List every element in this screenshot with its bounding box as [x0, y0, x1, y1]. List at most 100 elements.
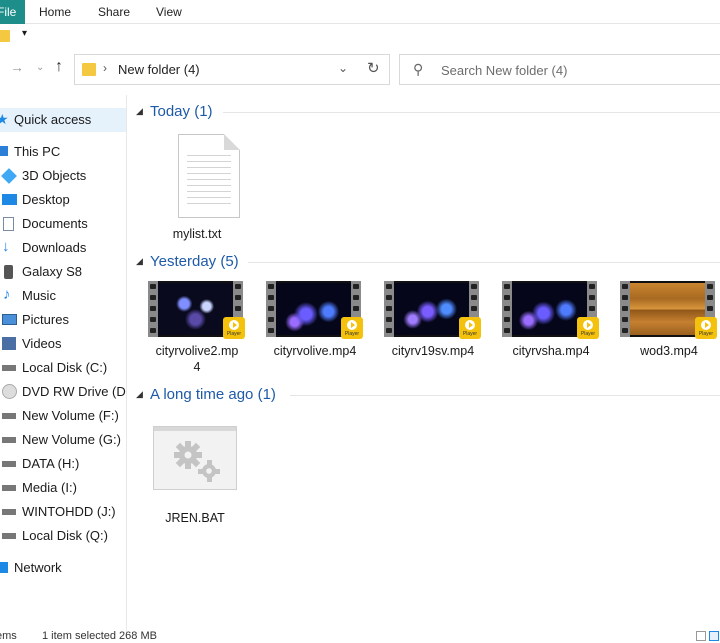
group-title: Today (1) — [150, 103, 213, 120]
file-name: cityrvolive.mp4 — [273, 344, 357, 358]
sidebar-item-label: DVD RW Drive (D: — [22, 384, 127, 399]
videos-icon — [2, 337, 16, 350]
details-view-icon[interactable] — [696, 631, 706, 641]
sidebar-item-music[interactable]: ♪ Music — [0, 284, 126, 308]
sidebar-item-label: New Volume (F:) — [22, 408, 119, 423]
status-selection: 1 item selected 268 MB — [42, 630, 157, 642]
collapse-triangle-icon[interactable]: ◢ — [136, 256, 143, 267]
file-list-view: ◢ Today (1) mylist.txt ◢ Yesterday (5) P… — [128, 95, 720, 635]
player-badge-icon: Player — [223, 317, 245, 339]
drive-icon — [2, 437, 16, 443]
sidebar-item-data-h[interactable]: DATA (H:) — [0, 452, 126, 476]
file-name-continued: 4 — [193, 360, 201, 374]
navigation-bar: → ⌄ ↑ › New folder (4) ⌄ ↻ ⚲ Search New … — [0, 49, 720, 89]
file-item-jren-bat[interactable]: JREN.BAT — [128, 426, 262, 526]
sidebar-item-dvd-drive[interactable]: DVD RW Drive (D: — [0, 380, 127, 404]
large-icons-view-icon[interactable] — [709, 631, 719, 641]
sidebar-item-wintohdd-j[interactable]: WINTOHDD (J:) — [0, 500, 126, 524]
file-name: wod3.mp4 — [640, 344, 698, 358]
folder-icon[interactable] — [0, 30, 10, 42]
sidebar-item-downloads[interactable]: ↓ Downloads — [0, 236, 126, 260]
breadcrumb-chevron-icon[interactable]: › — [103, 61, 107, 75]
sidebar-item-label: Videos — [22, 336, 62, 351]
sidebar-item-label: Quick access — [14, 112, 92, 127]
sidebar-item-documents[interactable]: Documents — [0, 212, 126, 236]
computer-icon — [0, 146, 8, 156]
player-badge-icon: Player — [695, 317, 717, 339]
sidebar-item-label: This PC — [14, 144, 61, 159]
group-divider — [248, 262, 720, 263]
group-header-long-ago[interactable]: ◢ A long time ago (1) — [128, 383, 720, 407]
sidebar-item-new-volume-g[interactable]: New Volume (G:) — [0, 428, 126, 452]
sidebar-item-this-pc[interactable]: This PC — [0, 140, 126, 164]
tab-home[interactable]: Home — [39, 0, 71, 24]
sidebar-item-label: WINTOHDD (J:) — [22, 504, 116, 519]
customize-toolbar-icon[interactable]: ▾ — [22, 28, 27, 39]
sidebar-item-pictures[interactable]: Pictures — [0, 308, 126, 332]
sidebar-item-media-i[interactable]: Media (I:) — [0, 476, 126, 500]
sidebar-item-label: Galaxy S8 — [22, 264, 82, 279]
quick-access-toolbar: ▾ — [0, 24, 720, 49]
tab-file[interactable]: File — [0, 0, 25, 24]
video-thumbnail: Player — [620, 281, 717, 339]
sidebar-item-quick-access[interactable]: ★ Quick access — [0, 108, 126, 132]
file-name: mylist.txt — [172, 227, 222, 241]
navigation-pane: ★ Quick access This PC 3D Objects Deskto… — [0, 95, 127, 635]
video-thumbnail: Player — [266, 281, 363, 339]
file-item-cityrv19sv[interactable]: Player cityrv19sv.mp4 — [378, 281, 488, 371]
star-icon: ★ — [0, 112, 10, 126]
file-name: cityrv19sv.mp4 — [391, 344, 475, 358]
chevron-down-icon[interactable]: ⌄ — [36, 62, 44, 73]
refresh-icon[interactable]: ↻ — [367, 59, 380, 77]
status-item-count: ems — [0, 630, 17, 642]
sidebar-item-label: Media (I:) — [22, 480, 77, 495]
network-icon — [0, 562, 8, 573]
file-item-cityrvsha[interactable]: Player cityrvsha.mp4 — [496, 281, 606, 371]
address-bar[interactable]: › New folder (4) ⌄ ↻ — [74, 54, 390, 85]
search-input[interactable]: ⚲ Search New folder (4) — [399, 54, 720, 85]
file-name: cityrvolive2.mp — [155, 344, 239, 358]
sidebar-item-label: Local Disk (Q:) — [22, 528, 108, 543]
sidebar-item-network[interactable]: Network — [0, 556, 126, 580]
search-placeholder: Search New folder (4) — [441, 63, 568, 78]
arrow-right-icon[interactable]: → — [10, 59, 24, 75]
file-item-mylist[interactable]: mylist.txt — [142, 134, 252, 244]
video-thumbnail: Player — [384, 281, 481, 339]
desktop-icon — [2, 194, 17, 205]
arrow-up-icon[interactable]: ↑ — [55, 58, 63, 76]
sidebar-item-new-volume-f[interactable]: New Volume (F:) — [0, 404, 126, 428]
download-icon: ↓ — [2, 238, 10, 255]
tab-share[interactable]: Share — [98, 0, 130, 24]
file-item-wod3[interactable]: Player wod3.mp4 — [614, 281, 720, 371]
sidebar-item-videos[interactable]: Videos — [0, 332, 126, 356]
group-header-yesterday[interactable]: ◢ Yesterday (5) — [128, 250, 720, 274]
tab-view[interactable]: View — [156, 0, 182, 24]
collapse-triangle-icon[interactable]: ◢ — [136, 106, 143, 117]
group-header-today[interactable]: ◢ Today (1) — [128, 100, 720, 124]
drive-icon — [2, 413, 16, 419]
group-title: Yesterday (5) — [150, 253, 239, 270]
sidebar-item-local-disk-q[interactable]: Local Disk (Q:) — [0, 524, 126, 548]
file-item-cityrvolive2[interactable]: Player cityrvolive2.mp 4 — [142, 281, 252, 381]
video-thumbnail: Player — [502, 281, 599, 339]
text-file-icon — [178, 134, 240, 218]
drive-icon — [2, 509, 16, 515]
collapse-triangle-icon[interactable]: ◢ — [136, 389, 143, 400]
address-dropdown-icon[interactable]: ⌄ — [338, 61, 348, 75]
sidebar-item-desktop[interactable]: Desktop — [0, 188, 126, 212]
player-badge-icon: Player — [577, 317, 599, 339]
documents-icon — [3, 217, 14, 231]
file-item-cityrvolive[interactable]: Player cityrvolive.mp4 — [260, 281, 370, 371]
batch-file-gears-icon — [153, 426, 237, 490]
status-bar: ems 1 item selected 268 MB — [0, 630, 720, 643]
phone-icon — [4, 265, 13, 279]
sidebar-item-local-disk-c[interactable]: Local Disk (C:) — [0, 356, 126, 380]
sidebar-item-label: Music — [22, 288, 56, 303]
tab-file-label: File — [0, 5, 17, 19]
player-badge-icon: Player — [459, 317, 481, 339]
sidebar-item-3d-objects[interactable]: 3D Objects — [0, 164, 126, 188]
sidebar-item-galaxy-s8[interactable]: Galaxy S8 — [0, 260, 126, 284]
breadcrumb-folder[interactable]: New folder (4) — [118, 62, 200, 77]
file-name: JREN.BAT — [165, 511, 225, 525]
group-divider — [223, 112, 720, 113]
